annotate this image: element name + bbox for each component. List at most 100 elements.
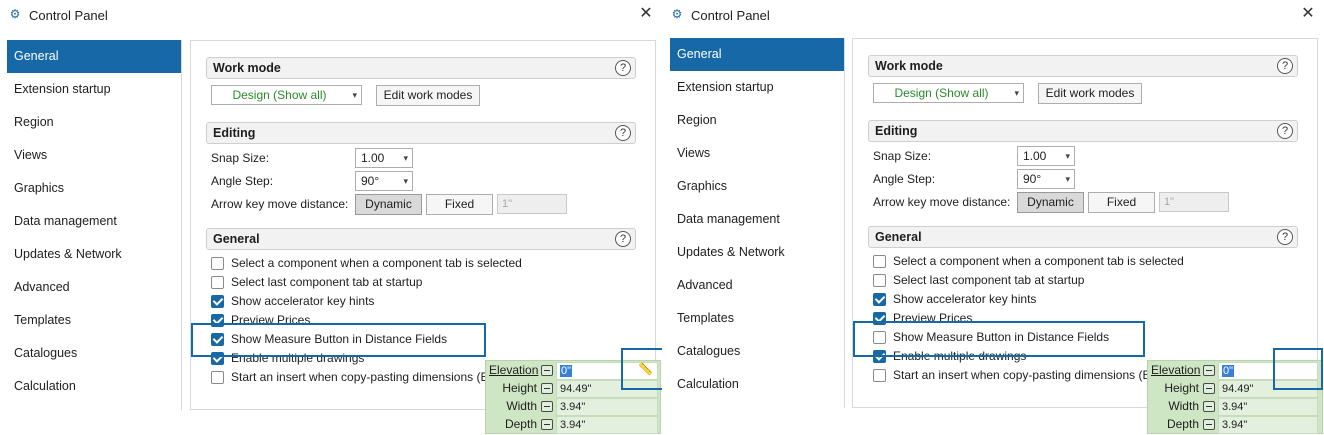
lock-icon[interactable] [541, 383, 553, 394]
angle-step-dropdown[interactable]: 90° ▾ [355, 171, 413, 191]
dynamic-button[interactable]: Dynamic [1017, 192, 1084, 213]
lock-icon[interactable] [1203, 365, 1215, 376]
option-checkbox[interactable] [211, 257, 224, 270]
depth-label: Depth [1166, 417, 1199, 431]
lock-icon[interactable] [541, 419, 553, 430]
measure-button-highlight [1273, 348, 1323, 390]
highlight-annotation [191, 323, 486, 357]
sidebar-item-catalogues[interactable]: Catalogues [670, 335, 844, 368]
sidebar-item-calculation[interactable]: Calculation [7, 370, 181, 403]
lock-icon[interactable] [1203, 401, 1215, 412]
sidebar-item-data-management[interactable]: Data management [670, 203, 844, 236]
sidebar-item-catalogues[interactable]: Catalogues [7, 337, 181, 370]
dimension-row-depth: Depth 3.94" [1148, 416, 1322, 434]
dimension-row-width: Width 3.94" [486, 398, 660, 416]
chevron-down-icon: ▾ [403, 176, 408, 186]
close-icon[interactable]: ✕ [1300, 5, 1316, 23]
lock-icon[interactable] [1203, 419, 1215, 430]
sidebar-item-updates-network[interactable]: Updates & Network [7, 238, 181, 271]
option-checkbox[interactable] [873, 293, 886, 306]
sidebar-item-region[interactable]: Region [670, 104, 844, 137]
dynamic-button[interactable]: Dynamic [355, 194, 422, 215]
angle-step-dropdown[interactable]: 90° ▾ [1017, 169, 1075, 189]
measure-button-highlight [621, 348, 662, 390]
settings-gear-icon: ⚙ [9, 7, 21, 21]
angle-step-value: 90° [1023, 172, 1042, 186]
work-mode-header: Work mode ? [206, 57, 636, 79]
chevron-down-icon: ▾ [352, 90, 357, 100]
help-icon[interactable]: ? [1277, 123, 1293, 139]
move-distance-input: 1" [497, 194, 567, 214]
option-label: Select last component tab at startup [893, 273, 1085, 287]
sidebar-item-advanced[interactable]: Advanced [670, 269, 844, 302]
depth-label: Depth [504, 417, 537, 431]
option-label: Start an insert when copy-pasting dimens… [231, 370, 489, 384]
sidebar-item-views[interactable]: Views [7, 139, 181, 172]
sidebar-item-extension-startup[interactable]: Extension startup [7, 73, 181, 106]
window-title: Control Panel [29, 8, 108, 23]
sidebar-item-general[interactable]: General [670, 38, 844, 71]
editing-heading: Editing [875, 124, 918, 138]
edit-work-modes-button[interactable]: Edit work modes [1038, 83, 1142, 104]
width-input[interactable]: 3.94" [556, 398, 658, 416]
help-icon[interactable]: ? [615, 60, 631, 76]
help-icon[interactable]: ? [615, 231, 631, 247]
option-label: Select a component when a component tab … [231, 256, 522, 270]
settings-content: Work mode ? Design (Show all) ▾ Edit wor… [190, 40, 656, 410]
general-header: General ? [868, 226, 1298, 248]
sidebar-item-templates[interactable]: Templates [670, 302, 844, 335]
work-mode-heading: Work mode [875, 59, 943, 73]
width-input[interactable]: 3.94" [1218, 398, 1318, 416]
help-icon[interactable]: ? [615, 125, 631, 141]
option-checkbox[interactable] [211, 371, 224, 384]
help-icon[interactable]: ? [1277, 58, 1293, 74]
sidebar-item-advanced[interactable]: Advanced [7, 271, 181, 304]
sidebar-item-calculation[interactable]: Calculation [670, 368, 844, 401]
sidebar-item-views[interactable]: Views [670, 137, 844, 170]
editing-header: Editing ? [206, 122, 636, 144]
depth-input[interactable]: 3.94" [1218, 416, 1318, 434]
work-mode-value: Design (Show all) [894, 86, 989, 100]
width-label: Width [506, 399, 537, 413]
work-mode-dropdown[interactable]: Design (Show all) ▾ [873, 83, 1024, 103]
option-checkbox[interactable] [873, 274, 886, 287]
elevation-label[interactable]: Elevation [489, 363, 538, 377]
height-label: Height [502, 381, 537, 395]
fixed-button[interactable]: Fixed [1088, 192, 1155, 213]
help-icon[interactable]: ? [1277, 229, 1293, 245]
lock-icon[interactable] [541, 401, 553, 412]
snap-size-dropdown[interactable]: 1.00 ▾ [1017, 146, 1075, 166]
elevation-label[interactable]: Elevation [1151, 363, 1200, 377]
chevron-down-icon: ▾ [1065, 174, 1070, 184]
control-panel-window-right: ⚙ Control Panel ✕ General Extension star… [662, 0, 1324, 435]
sidebar-item-updates-network[interactable]: Updates & Network [670, 236, 844, 269]
title-bar: ⚙ Control Panel ✕ [0, 0, 662, 30]
option-label: Start an insert when copy-pasting dimens… [893, 368, 1151, 382]
sidebar-item-graphics[interactable]: Graphics [7, 172, 181, 205]
option-checkbox[interactable] [873, 255, 886, 268]
dimension-row-width: Width 3.94" [1148, 398, 1322, 416]
depth-input[interactable]: 3.94" [556, 416, 658, 434]
close-icon[interactable]: ✕ [638, 5, 654, 23]
lock-icon[interactable] [541, 365, 553, 376]
angle-step-label: Angle Step: [873, 172, 936, 186]
sidebar-item-templates[interactable]: Templates [7, 304, 181, 337]
sidebar-item-graphics[interactable]: Graphics [670, 170, 844, 203]
sidebar-item-extension-startup[interactable]: Extension startup [670, 71, 844, 104]
highlight-annotation [853, 321, 1145, 357]
sidebar-item-region[interactable]: Region [7, 106, 181, 139]
edit-work-modes-button[interactable]: Edit work modes [376, 85, 480, 106]
settings-gear-icon: ⚙ [671, 7, 683, 21]
snap-size-label: Snap Size: [211, 151, 270, 165]
lock-icon[interactable] [1203, 383, 1215, 394]
option-checkbox[interactable] [211, 276, 224, 289]
option-checkbox[interactable] [211, 295, 224, 308]
fixed-button[interactable]: Fixed [426, 194, 493, 215]
arrow-key-distance-label: Arrow key move distance: [873, 195, 1011, 209]
work-mode-dropdown[interactable]: Design (Show all) ▾ [211, 85, 362, 105]
snap-size-dropdown[interactable]: 1.00 ▾ [355, 148, 413, 168]
option-checkbox[interactable] [873, 369, 886, 382]
sidebar-item-data-management[interactable]: Data management [7, 205, 181, 238]
move-distance-input: 1" [1159, 192, 1229, 212]
sidebar-item-general[interactable]: General [7, 40, 181, 73]
